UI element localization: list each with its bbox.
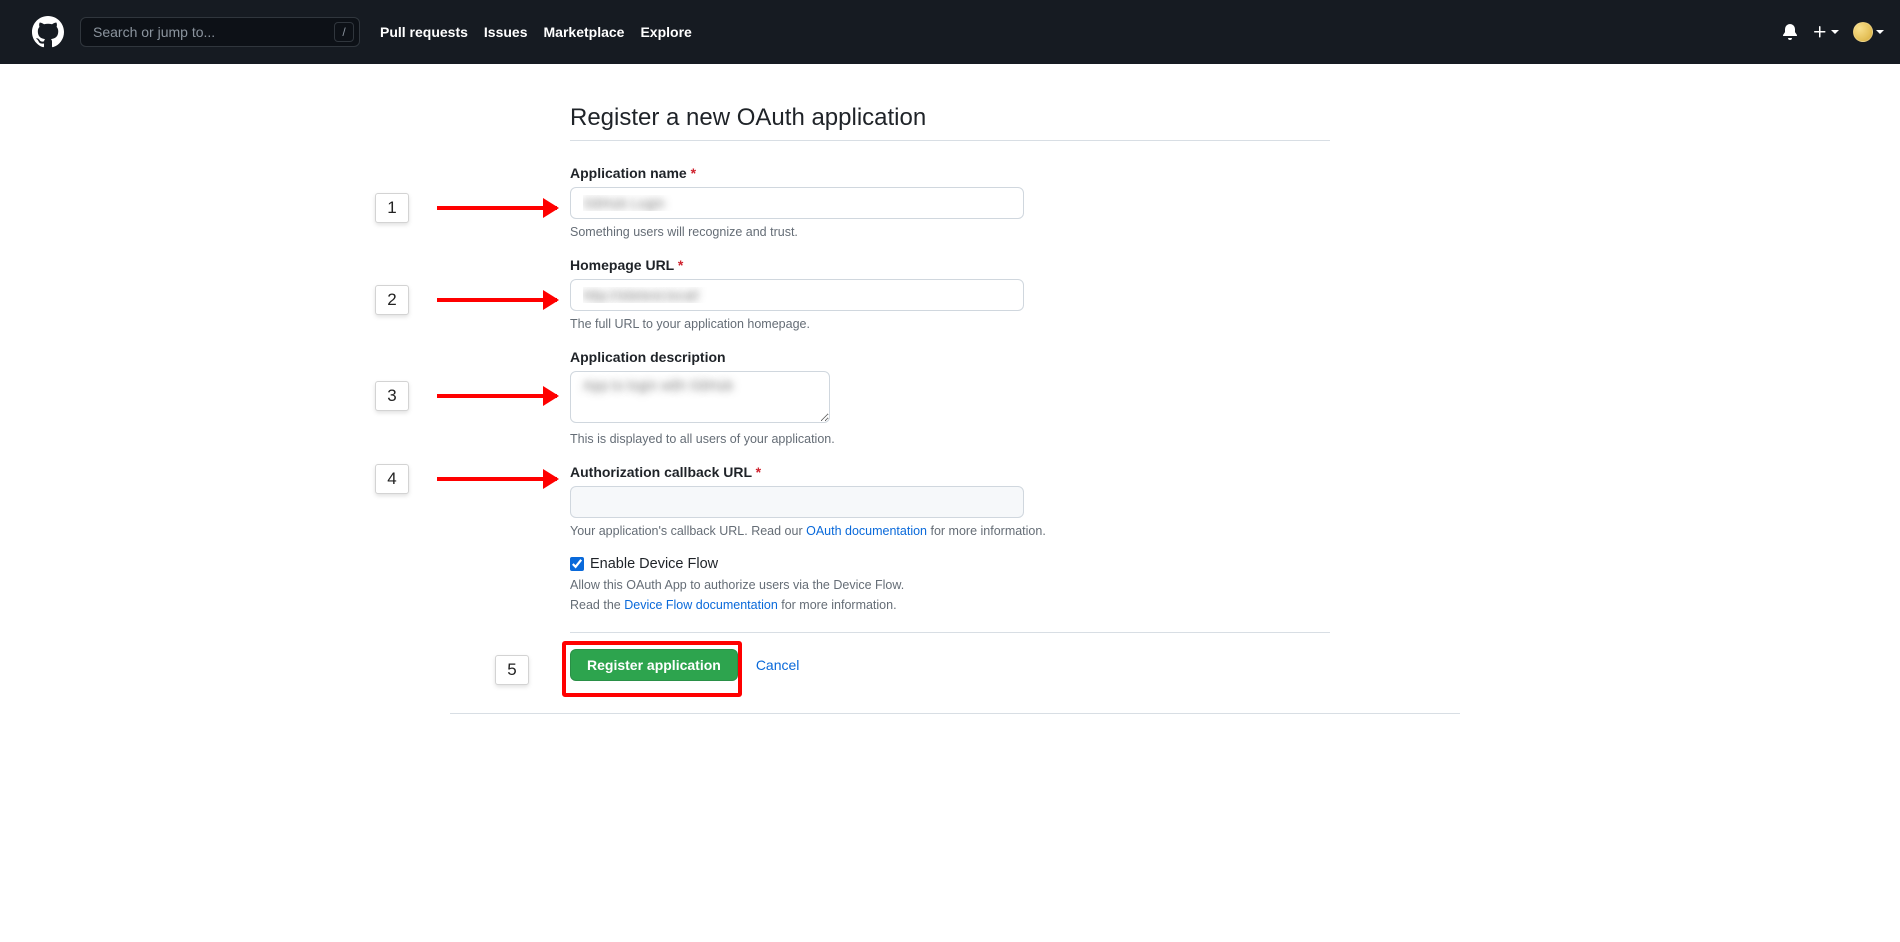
annotation-arrow-icon xyxy=(437,394,557,398)
nav-issues[interactable]: Issues xyxy=(484,24,528,40)
annotation-number: 1 xyxy=(375,193,409,223)
annotation-marker-5: 5 xyxy=(495,655,529,685)
header-right xyxy=(1782,22,1884,42)
notifications-button[interactable] xyxy=(1782,24,1798,40)
annotation-marker-2: 2 xyxy=(375,285,557,315)
note-text: Read the xyxy=(570,598,624,612)
page-title: Register a new OAuth application xyxy=(570,104,1330,141)
homepage-url-label: Homepage URL * xyxy=(570,257,1330,273)
create-new-dropdown[interactable] xyxy=(1812,24,1839,40)
header-left: / Pull requests Issues Marketplace Explo… xyxy=(32,16,692,48)
slash-key-hint: / xyxy=(334,22,354,42)
mark-github-icon xyxy=(32,16,64,48)
annotation-arrow-icon xyxy=(437,206,557,210)
label-text: Application description xyxy=(570,349,726,365)
required-asterisk: * xyxy=(678,257,683,273)
annotation-number: 3 xyxy=(375,381,409,411)
avatar xyxy=(1853,22,1873,42)
label-text: Homepage URL xyxy=(570,257,674,273)
caret-down-icon xyxy=(1876,30,1884,34)
annotation-number: 4 xyxy=(375,464,409,494)
device-flow-docs-link[interactable]: Device Flow documentation xyxy=(624,598,778,612)
application-description-note: This is displayed to all users of your a… xyxy=(570,432,1330,446)
annotation-arrow-icon xyxy=(437,477,557,481)
callback-url-note: Your application's callback URL. Read ou… xyxy=(570,524,1330,538)
homepage-url-note: The full URL to your application homepag… xyxy=(570,317,1330,331)
application-name-note: Something users will recognize and trust… xyxy=(570,225,1330,239)
application-description-label: Application description xyxy=(570,349,1330,365)
user-menu-dropdown[interactable] xyxy=(1853,22,1884,42)
nav-marketplace[interactable]: Marketplace xyxy=(544,24,625,40)
oauth-docs-link[interactable]: OAuth documentation xyxy=(806,524,927,538)
device-flow-note-1: Allow this OAuth App to authorize users … xyxy=(570,578,1330,592)
footer-divider xyxy=(450,713,1460,714)
annotation-arrow-icon xyxy=(437,298,557,302)
divider xyxy=(570,632,1330,633)
caret-down-icon xyxy=(1831,30,1839,34)
field-application-name: 1 Application name * Something users wil… xyxy=(570,165,1330,239)
label-text: Application name xyxy=(570,165,687,181)
register-application-button[interactable]: Register application xyxy=(570,649,738,681)
application-name-label: Application name * xyxy=(570,165,1330,181)
annotation-marker-3: 3 xyxy=(375,381,557,411)
required-asterisk: * xyxy=(691,165,696,181)
field-device-flow: Enable Device Flow Allow this OAuth App … xyxy=(570,556,1330,612)
search-input[interactable] xyxy=(80,17,360,47)
plus-icon xyxy=(1812,24,1828,40)
github-logo[interactable] xyxy=(32,16,64,48)
application-name-input[interactable] xyxy=(570,187,1024,219)
homepage-url-input[interactable] xyxy=(570,279,1024,311)
device-flow-label: Enable Device Flow xyxy=(590,556,718,572)
device-flow-checkbox[interactable] xyxy=(570,557,584,571)
annotation-marker-1: 1 xyxy=(375,193,557,223)
field-callback-url: 4 Authorization callback URL * Your appl… xyxy=(570,464,1330,538)
device-flow-row: Enable Device Flow xyxy=(570,556,1330,572)
form-actions: 5 Register application Cancel xyxy=(570,649,1330,681)
annotation-number: 2 xyxy=(375,285,409,315)
global-search: / xyxy=(80,17,360,47)
annotation-number: 5 xyxy=(495,655,529,685)
primary-nav: Pull requests Issues Marketplace Explore xyxy=(380,24,692,40)
nav-pull-requests[interactable]: Pull requests xyxy=(380,24,468,40)
device-flow-note-2: Read the Device Flow documentation for m… xyxy=(570,598,1330,612)
field-application-description: 3 Application description App to login w… xyxy=(570,349,1330,446)
callback-url-input[interactable] xyxy=(570,486,1024,518)
annotation-marker-4: 4 xyxy=(375,464,557,494)
application-description-input[interactable]: App to login with GitHub xyxy=(570,371,830,423)
bell-icon xyxy=(1782,24,1798,40)
main-content: Register a new OAuth application 1 Appli… xyxy=(570,104,1330,754)
field-homepage-url: 2 Homepage URL * The full URL to your ap… xyxy=(570,257,1330,331)
note-text: for more information. xyxy=(778,598,897,612)
callback-url-label: Authorization callback URL * xyxy=(570,464,1330,480)
cancel-link[interactable]: Cancel xyxy=(756,657,800,673)
required-asterisk: * xyxy=(756,464,761,480)
note-text: for more information. xyxy=(927,524,1046,538)
note-text: Your application's callback URL. Read ou… xyxy=(570,524,806,538)
global-header: / Pull requests Issues Marketplace Explo… xyxy=(0,0,1900,64)
nav-explore[interactable]: Explore xyxy=(640,24,691,40)
label-text: Authorization callback URL xyxy=(570,464,752,480)
